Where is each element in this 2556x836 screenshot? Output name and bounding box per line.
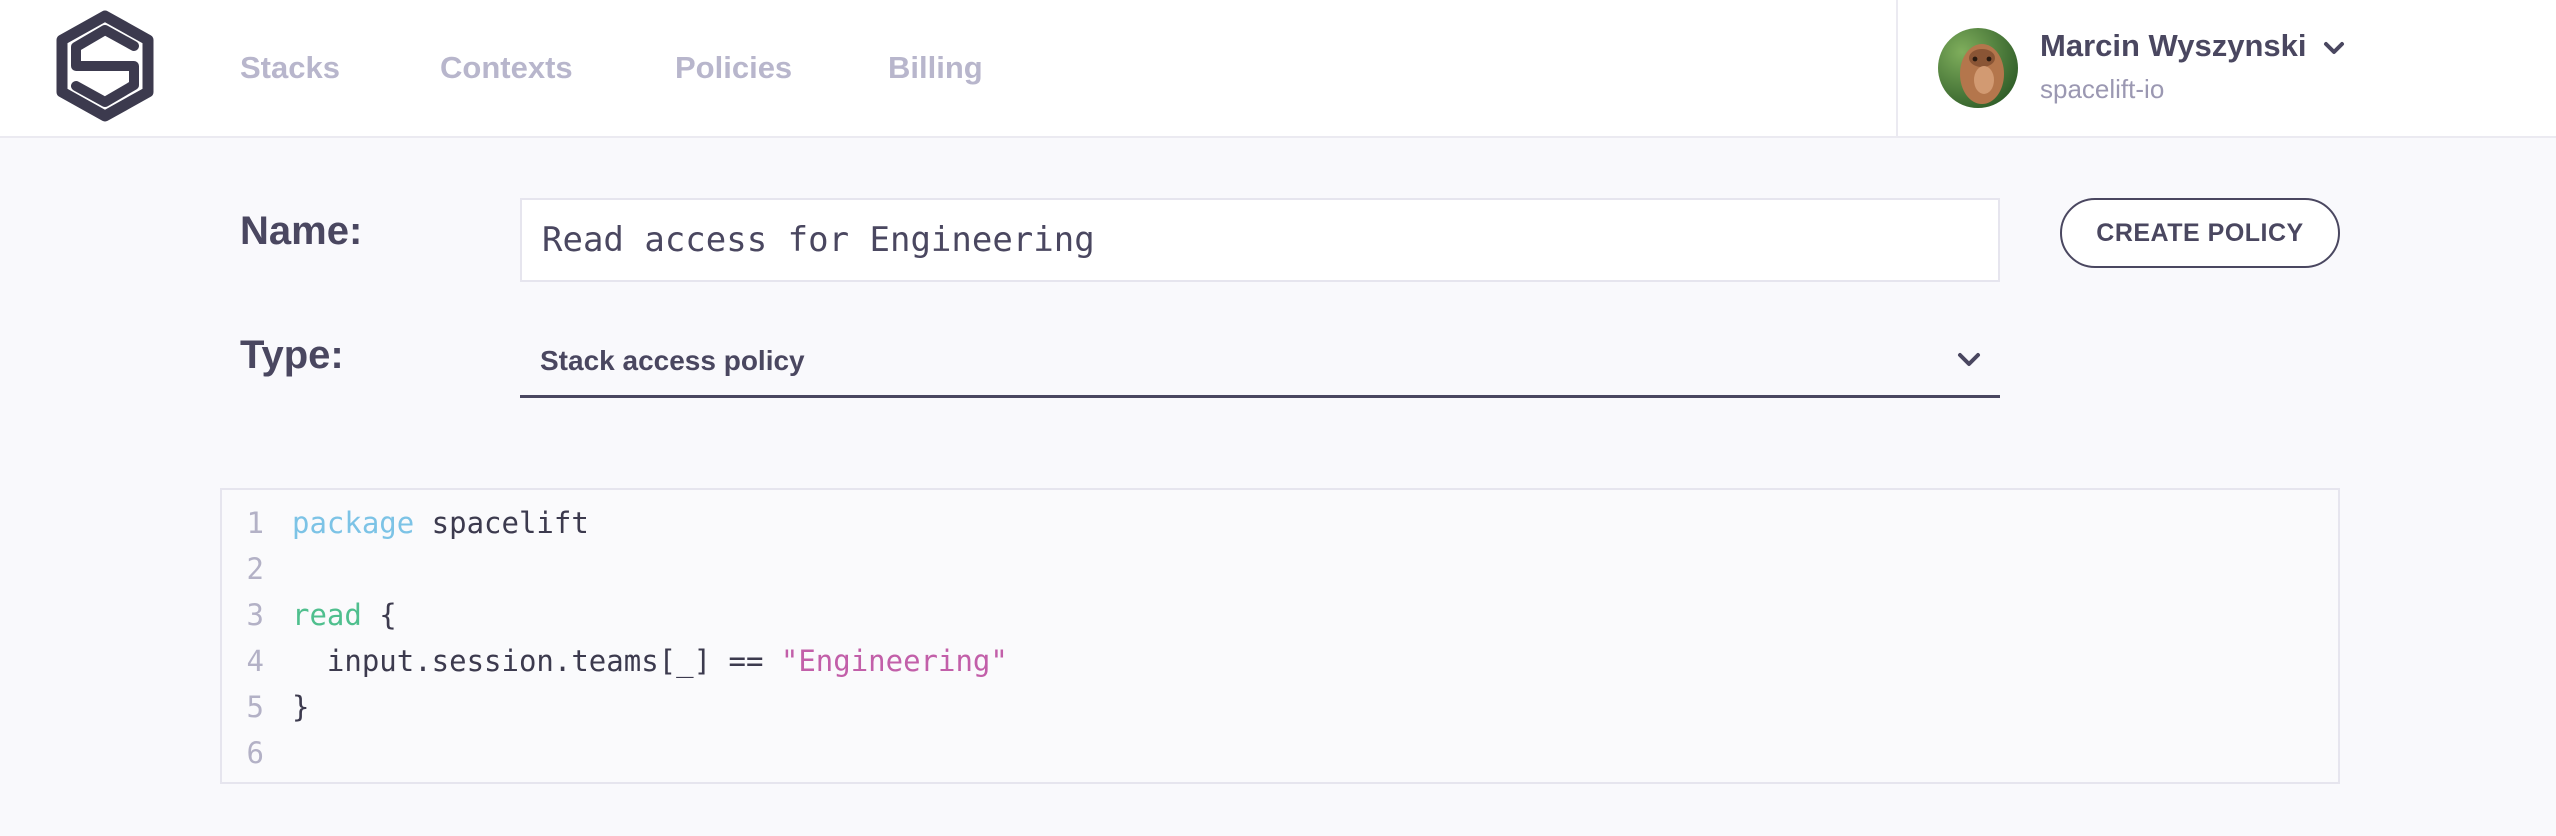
line-number: 4 xyxy=(246,644,264,678)
code-line: 3 read { xyxy=(222,592,2338,638)
code-token-rule: read xyxy=(292,598,362,632)
spacelift-logo[interactable] xyxy=(54,10,156,122)
code-token-plain: } xyxy=(292,690,310,724)
code-line: 1 package spacelift xyxy=(222,500,2338,546)
nav-contexts[interactable]: Contexts xyxy=(440,50,573,86)
code-text: read { xyxy=(292,592,397,638)
chevron-down-icon[interactable] xyxy=(2320,34,2348,62)
name-label: Name: xyxy=(240,209,363,253)
user-name: Marcin Wyszynski xyxy=(2040,28,2307,63)
line-number: 6 xyxy=(246,736,264,770)
nav-stacks[interactable]: Stacks xyxy=(240,50,340,86)
code-line: 2 xyxy=(222,546,2338,592)
avatar xyxy=(1938,28,2018,108)
code-line: 4 input.session.teams[_] == "Engineering… xyxy=(222,638,2338,684)
top-navbar: Stacks Contexts Policies Billing Marcin … xyxy=(0,0,2556,138)
chevron-down-icon xyxy=(1958,353,1980,366)
line-number: 3 xyxy=(246,598,264,632)
code-line: 5} xyxy=(222,684,2338,730)
code-token-plain: input.session.teams[_] == xyxy=(292,644,781,678)
policy-type-select[interactable]: Stack access policy xyxy=(520,326,2000,398)
code-text: input.session.teams[_] == "Engineering" xyxy=(292,638,1008,684)
policy-type-value: Stack access policy xyxy=(540,345,805,376)
code-token-keyword: package xyxy=(292,506,415,540)
policy-code-editor[interactable]: 1 package spacelift 2 3 read {4 input.sessio… xyxy=(220,488,2340,784)
policy-name-input[interactable] xyxy=(520,198,2000,282)
code-token-plain: { xyxy=(361,598,397,632)
type-label: Type: xyxy=(240,333,344,377)
line-number: 2 xyxy=(246,552,264,586)
user-menu[interactable]: Marcin Wyszynski spacelift-io xyxy=(1896,0,2556,136)
line-number: 5 xyxy=(246,690,264,724)
nav-billing[interactable]: Billing xyxy=(888,50,983,86)
line-number: 1 xyxy=(246,506,264,540)
code-text: package spacelift xyxy=(292,500,589,546)
user-org: spacelift-io xyxy=(2040,74,2165,104)
code-text: } xyxy=(292,684,309,730)
create-policy-button[interactable]: CREATE POLICY xyxy=(2060,198,2340,268)
code-token-plain: spacelift xyxy=(414,506,589,540)
code-token-string: "Engineering" xyxy=(780,644,1008,678)
nav-policies[interactable]: Policies xyxy=(675,50,792,86)
code-line: 6 xyxy=(222,730,2338,776)
